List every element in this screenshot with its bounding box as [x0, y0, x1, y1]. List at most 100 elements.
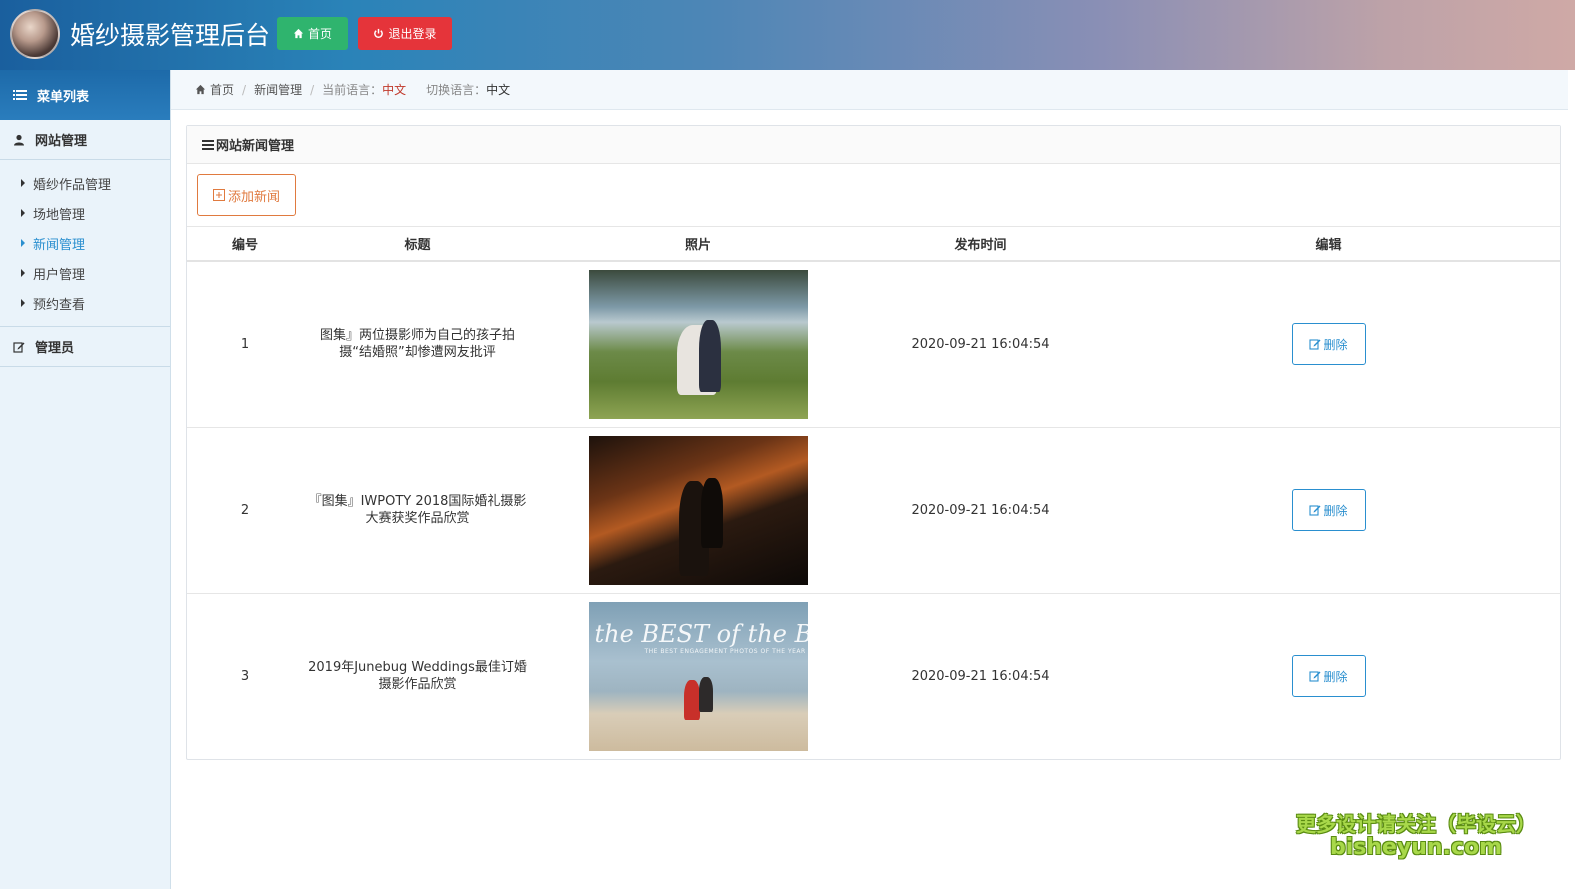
- photo-figure: [698, 319, 721, 392]
- news-photo: the BEST of the Best 2019 THE BEST ENGAG…: [588, 601, 808, 751]
- cell-photo: [532, 427, 864, 594]
- cell-time: 2020-09-21 16:04:54: [911, 668, 1050, 684]
- sidebar-group-label: 网站管理: [35, 134, 88, 149]
- delete-label: 删除: [1323, 503, 1348, 518]
- cell-edit: 删除: [1097, 261, 1560, 428]
- delete-label: 删除: [1323, 337, 1348, 352]
- logout-button-label: 退出登录: [388, 27, 437, 41]
- table-row: 2 『图集』IWPOTY 2018国际婚礼摄影大赛获奖作品欣赏 2020-09-…: [187, 427, 1560, 594]
- photo-figure: [700, 477, 723, 548]
- delete-label: 删除: [1323, 669, 1348, 684]
- breadcrumb-separator: /: [310, 82, 315, 97]
- cell-id: 2: [187, 427, 303, 594]
- home-icon: [293, 28, 304, 39]
- panel-title: 网站新闻管理: [216, 139, 295, 154]
- cell-photo: the BEST of the Best 2019 THE BEST ENGAG…: [532, 593, 864, 759]
- current-language-value: 中文: [382, 83, 407, 97]
- news-title: 2019年Junebug Weddings最佳订婚摄影作品欣赏: [308, 660, 527, 693]
- bars-icon: [202, 139, 214, 150]
- breadcrumb-separator: /: [242, 82, 247, 97]
- cell-id: 1: [187, 261, 303, 428]
- cell-time: 2020-09-21 16:04:54: [864, 427, 1097, 594]
- sidebar-group-label: 管理员: [35, 341, 75, 356]
- sidebar-item-label: 新闻管理: [33, 237, 86, 253]
- logout-button[interactable]: 退出登录: [358, 17, 452, 50]
- menu-header-label: 菜单列表: [37, 89, 90, 105]
- watermark: 更多设计请关注（毕设云） bisheyun.com: [1286, 808, 1546, 860]
- caret-right-icon: [21, 209, 25, 217]
- watermark-line2: bisheyun.com: [1329, 835, 1503, 860]
- cell-title: 2019年Junebug Weddings最佳订婚摄影作品欣赏: [303, 593, 532, 759]
- sidebar-item-wedding-works[interactable]: 婚纱作品管理: [0, 168, 170, 198]
- add-news-button[interactable]: 添加新闻: [197, 174, 296, 216]
- column-header-id: 编号: [187, 227, 303, 262]
- sidebar-item-users[interactable]: 用户管理: [0, 258, 170, 288]
- breadcrumb-current: 新闻管理: [254, 83, 303, 97]
- menu-header: 菜单列表: [0, 70, 170, 120]
- sidebar-group-site[interactable]: 网站管理: [0, 120, 170, 160]
- news-title: 图集』两位摄影师为自己的孩子拍摄“结婚照”却惨遭网友批评: [319, 328, 515, 361]
- sidebar-item-label: 婚纱作品管理: [33, 177, 112, 193]
- table-row: 3 2019年Junebug Weddings最佳订婚摄影作品欣赏 the BE…: [187, 593, 1560, 759]
- avatar: [10, 9, 60, 59]
- switch-language[interactable]: 切换语言：中文: [426, 81, 510, 98]
- caret-right-icon: [21, 269, 25, 277]
- delete-button[interactable]: 删除: [1291, 323, 1366, 366]
- column-header-title: 标题: [303, 227, 532, 262]
- photo-overlay-title: the BEST of the Best 2019: [594, 619, 808, 648]
- home-button[interactable]: 首页: [277, 17, 348, 50]
- switch-language-text: 切换语言：: [426, 83, 487, 97]
- list-icon: [13, 90, 27, 100]
- cell-title: 图集』两位摄影师为自己的孩子拍摄“结婚照”却惨遭网友批评: [303, 261, 532, 428]
- photo-figure: [698, 676, 713, 712]
- edit-icon: [13, 341, 25, 353]
- sidebar-item-reservations[interactable]: 预约查看: [0, 288, 170, 318]
- news-panel: 网站新闻管理 添加新闻 编号 标题 照片 发布时间 编辑 1 图集』两位摄影师为…: [186, 125, 1561, 760]
- user-icon: [14, 134, 24, 145]
- cell-id: 3: [240, 668, 250, 684]
- top-header: 婚纱摄影管理后台 首页 退出登录: [0, 0, 1575, 70]
- panel-toolbar: 添加新闻: [187, 164, 1560, 227]
- plus-square-icon: [212, 189, 225, 201]
- photo-figure: [683, 679, 700, 720]
- edit-icon: [1309, 671, 1321, 682]
- sidebar-sub-list: 婚纱作品管理 场地管理 新闻管理 用户管理 预约查看: [0, 160, 170, 327]
- edit-icon: [1309, 339, 1321, 350]
- caret-right-icon: [21, 299, 25, 307]
- news-title: 『图集』IWPOTY 2018国际婚礼摄影大赛获奖作品欣赏: [308, 494, 527, 526]
- switch-language-value[interactable]: 中文: [486, 83, 510, 97]
- table-row: 1 图集』两位摄影师为自己的孩子拍摄“结婚照”却惨遭网友批评 2020-09-2…: [187, 261, 1560, 428]
- news-photo: [588, 269, 808, 419]
- news-photo: [588, 435, 808, 585]
- column-header-photo: 照片: [532, 227, 864, 262]
- watermark-line1: 更多设计请关注（毕设云）: [1296, 812, 1536, 836]
- cell-time: 2020-09-21 16:04:54: [864, 261, 1097, 428]
- cell-edit: 删除: [1097, 427, 1560, 594]
- site-title: 婚纱摄影管理后台: [70, 21, 271, 50]
- sidebar: 菜单列表 网站管理 婚纱作品管理 场地管理 新闻管理 用户管理 预约查看 管理员: [0, 70, 171, 889]
- delete-button[interactable]: 删除: [1291, 489, 1366, 531]
- sidebar-group-admin[interactable]: 管理员: [0, 327, 170, 367]
- cell-edit: 删除: [1097, 593, 1560, 759]
- table-header-row: 编号 标题 照片 发布时间 编辑: [187, 227, 1560, 262]
- column-header-edit: 编辑: [1097, 227, 1560, 262]
- current-language-text: 当前语言：: [322, 83, 383, 97]
- sidebar-item-label: 场地管理: [33, 207, 86, 223]
- home-icon: [195, 84, 206, 95]
- sidebar-item-label: 用户管理: [33, 267, 86, 283]
- sidebar-item-venues[interactable]: 场地管理: [0, 198, 170, 228]
- edit-icon: [1309, 505, 1321, 516]
- add-news-label: 添加新闻: [227, 189, 280, 205]
- caret-right-icon: [21, 179, 25, 187]
- news-table: 编号 标题 照片 发布时间 编辑 1 图集』两位摄影师为自己的孩子拍摄“结婚照”…: [187, 227, 1560, 759]
- sidebar-item-news[interactable]: 新闻管理: [0, 228, 170, 258]
- cell-title: 『图集』IWPOTY 2018国际婚礼摄影大赛获奖作品欣赏: [303, 427, 532, 594]
- delete-button[interactable]: 删除: [1291, 655, 1366, 698]
- sidebar-item-label: 预约查看: [33, 297, 86, 313]
- breadcrumb-home[interactable]: 首页: [210, 81, 234, 98]
- cell-photo: [532, 261, 864, 428]
- current-language-label: 当前语言：中文: [322, 81, 406, 98]
- power-icon: [374, 28, 384, 38]
- column-header-time: 发布时间: [864, 227, 1097, 262]
- photo-overlay-subtitle: THE BEST ENGAGEMENT PHOTOS OF THE YEAR: [644, 647, 806, 655]
